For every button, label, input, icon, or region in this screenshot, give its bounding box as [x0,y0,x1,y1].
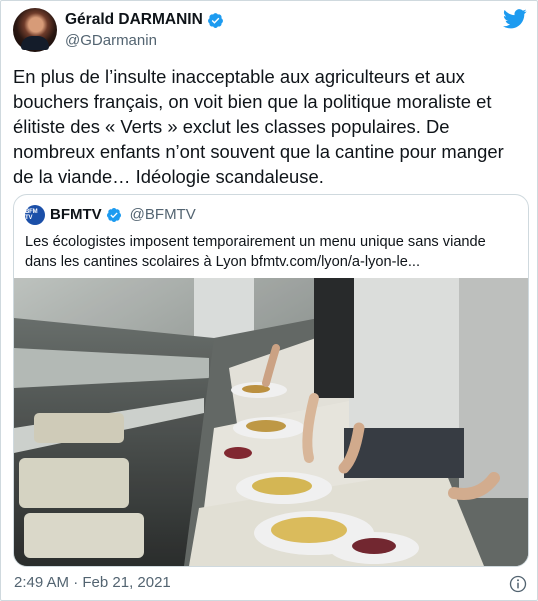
verified-badge-icon [106,207,121,222]
author-handle[interactable]: @GDarmanin [65,32,157,49]
quoted-tweet[interactable]: BFM TV BFMTV @BFMTV Les écologistes impo… [13,194,529,567]
author-name[interactable]: Gérald DARMANIN [65,11,224,29]
author-avatar[interactable] [13,8,57,52]
verified-badge-icon [207,12,223,28]
cafeteria-photo[interactable] [14,278,528,566]
quoted-author-name[interactable]: BFMTV [50,206,102,223]
info-icon[interactable] [509,575,527,593]
twitter-bird-icon[interactable] [503,9,527,29]
quoted-author[interactable]: BFMTV @BFMTV [50,206,196,223]
quoted-text: Les écologistes imposent temporairement … [25,234,486,270]
tweet-text: En plus de l’insulte inacceptable aux ag… [13,66,504,187]
quoted-avatar[interactable]: BFM TV [25,205,45,225]
tweet-timestamp[interactable]: 2:49 AM · Feb 21, 2021 [14,574,171,591]
quoted-handle[interactable]: @BFMTV [130,206,196,223]
tweet-card: Gérald DARMANIN @GDarmanin En plus de l’… [0,0,538,601]
author-name-text[interactable]: Gérald DARMANIN [65,11,203,29]
